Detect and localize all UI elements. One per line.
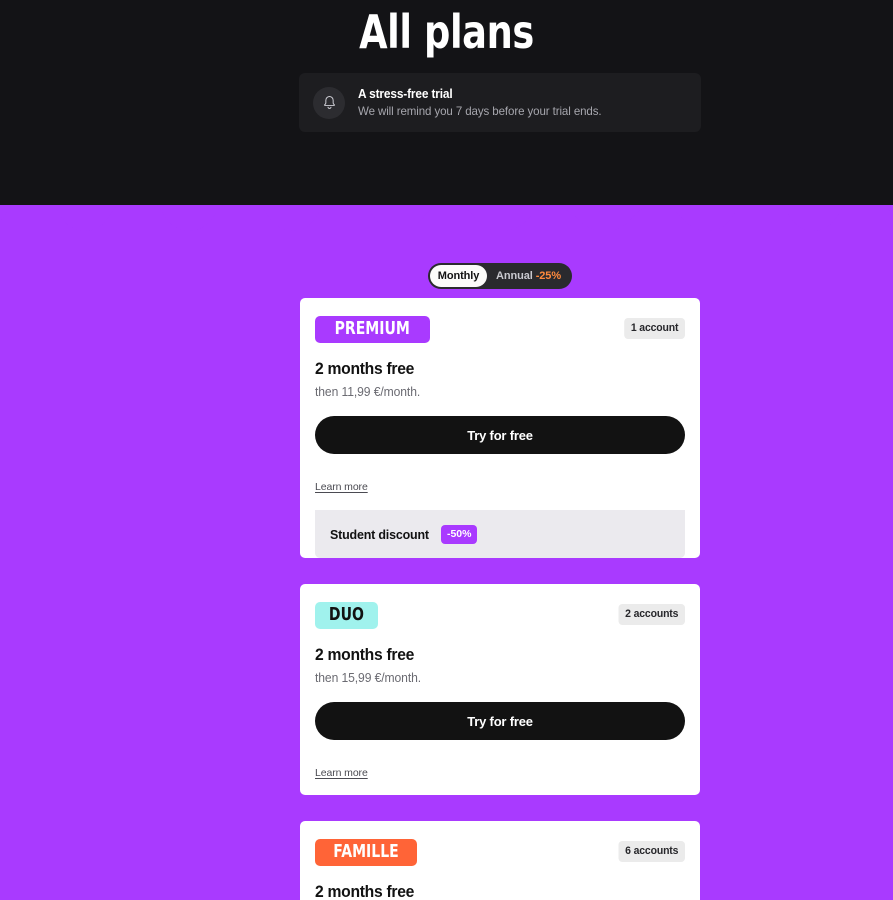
plan-card-duo: DUO 2 accounts 2 months free then 15,99 … xyxy=(300,584,700,795)
hero-section: All plans A stress-free trial We will re… xyxy=(0,0,893,205)
toggle-option-monthly[interactable]: Monthly xyxy=(430,265,488,287)
accounts-badge-famille: 6 accounts xyxy=(618,841,685,862)
toggle-monthly-label: Monthly xyxy=(437,270,480,282)
trial-banner: A stress-free trial We will remind you 7… xyxy=(299,73,701,132)
offer-title-premium: 2 months free xyxy=(315,360,415,378)
plan-name-label: FAMILLE xyxy=(333,841,399,862)
plan-card-premium: PREMIUM 1 account 2 months free then 11,… xyxy=(300,298,700,558)
try-for-free-button-duo[interactable]: Try for free xyxy=(315,702,685,740)
plan-card-list: PREMIUM 1 account 2 months free then 11,… xyxy=(300,298,700,900)
learn-more-link-duo[interactable]: Learn more xyxy=(315,767,368,779)
try-for-free-button-premium[interactable]: Try for free xyxy=(315,416,685,454)
plan-card-header: FAMILLE 6 accounts xyxy=(315,839,685,866)
plan-name-label: PREMIUM xyxy=(334,318,410,339)
accounts-badge-premium: 1 account xyxy=(624,318,685,339)
card-spacer xyxy=(300,795,700,821)
offer-title-famille: 2 months free xyxy=(315,883,415,900)
toggle-annual-discount: -25% xyxy=(535,270,561,282)
learn-more-link-premium[interactable]: Learn more xyxy=(315,481,368,493)
plan-name-badge-duo: DUO xyxy=(315,602,378,629)
plan-card-header: DUO 2 accounts xyxy=(315,602,685,629)
accounts-badge-duo: 2 accounts xyxy=(618,604,685,625)
plan-card-famille: FAMILLE 6 accounts 2 months free then 19… xyxy=(300,821,700,900)
pricing-page: All plans A stress-free trial We will re… xyxy=(0,0,893,900)
offer-title-duo: 2 months free xyxy=(315,646,415,664)
toggle-option-annual[interactable]: Annual -25% xyxy=(487,265,570,287)
student-discount-row[interactable]: Student discount -50% xyxy=(315,510,685,558)
toggle-annual-label: Annual xyxy=(496,270,533,282)
student-discount-badge: -50% xyxy=(440,524,478,544)
trial-banner-subtitle: We will remind you 7 days before your tr… xyxy=(358,104,602,118)
price-note-duo: then 15,99 €/month. xyxy=(315,671,422,685)
page-title: All plans xyxy=(359,5,534,59)
trial-banner-title: A stress-free trial xyxy=(358,87,453,101)
bell-icon xyxy=(313,86,345,119)
plan-name-label: DUO xyxy=(328,604,364,625)
plan-card-header: PREMIUM 1 account xyxy=(315,316,685,343)
card-spacer xyxy=(300,558,700,584)
plan-name-badge-premium: PREMIUM xyxy=(315,316,430,343)
billing-period-toggle[interactable]: Monthly Annual -25% xyxy=(428,263,572,289)
student-discount-label: Student discount xyxy=(330,526,429,542)
plan-name-badge-famille: FAMILLE xyxy=(315,839,418,866)
price-note-premium: then 11,99 €/month. xyxy=(315,385,421,399)
